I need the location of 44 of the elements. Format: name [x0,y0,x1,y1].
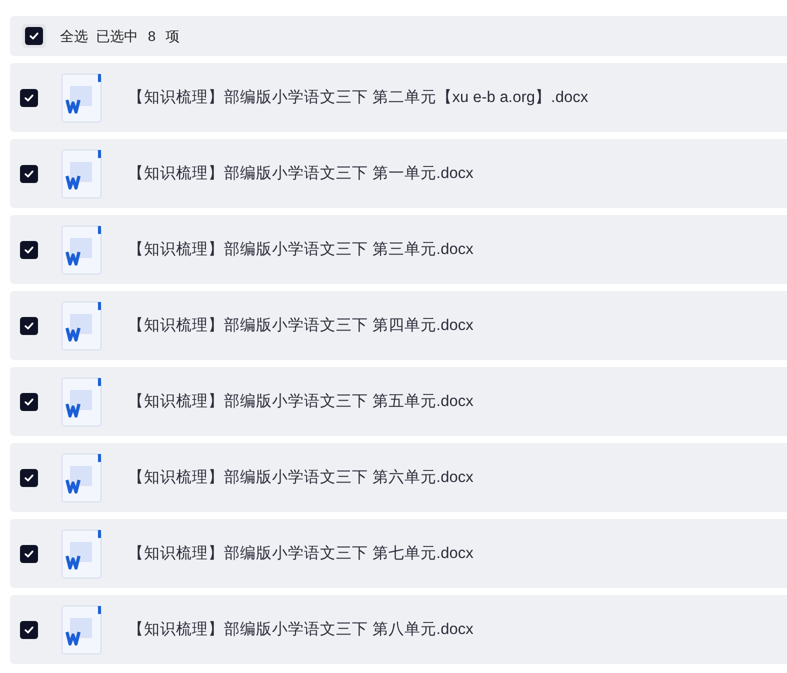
file-name: 【知识梳理】部编版小学语文三下 第一单元.docx [128,164,474,184]
checkbox[interactable] [20,88,38,106]
word-document-icon [61,604,102,654]
checkbox[interactable] [20,392,38,410]
file-name: 【知识梳理】部编版小学语文三下 第六单元.docx [128,468,474,488]
checkmark-icon [23,168,35,180]
file-row[interactable]: 【知识梳理】部编版小学语文三下 第五单元.docx [10,367,787,436]
checkmark-icon [28,30,40,42]
checkmark-icon [23,396,35,408]
file-row[interactable]: 【知识梳理】部编版小学语文三下 第二单元【xu e-b a.org】.docx [10,63,787,132]
word-document-icon [61,528,102,578]
word-document-icon [61,300,102,350]
checkbox[interactable] [20,468,38,486]
checkmark-icon [23,244,35,256]
file-row[interactable]: 【知识梳理】部编版小学语文三下 第四单元.docx [10,291,787,360]
word-document-icon [61,452,102,502]
checkmark-icon [23,472,35,484]
selection-summary: 已选中 8 项 [96,26,180,46]
file-row[interactable]: 【知识梳理】部编版小学语文三下 第七单元.docx [10,519,787,588]
word-document-icon [61,224,102,274]
file-row[interactable]: 【知识梳理】部编版小学语文三下 第三单元.docx [10,215,787,284]
file-name: 【知识梳理】部编版小学语文三下 第八单元.docx [128,620,474,640]
file-name: 【知识梳理】部编版小学语文三下 第四单元.docx [128,316,474,336]
select-all-label: 全选 [60,26,88,46]
checkmark-icon [23,92,35,104]
file-name: 【知识梳理】部编版小学语文三下 第五单元.docx [128,392,474,412]
file-name: 【知识梳理】部编版小学语文三下 第七单元.docx [128,544,474,564]
checkbox[interactable] [20,164,38,182]
checkbox[interactable] [20,620,38,638]
checkmark-icon [23,624,35,636]
checkbox[interactable] [20,316,38,334]
checkbox[interactable] [20,240,38,258]
file-row[interactable]: 【知识梳理】部编版小学语文三下 第六单元.docx [10,443,787,512]
checkmark-icon [23,548,35,560]
word-document-icon [61,376,102,426]
file-name: 【知识梳理】部编版小学语文三下 第二单元【xu e-b a.org】.docx [128,88,588,108]
word-document-icon [61,72,102,122]
word-document-icon [61,148,102,198]
checkbox[interactable] [25,27,43,45]
checkbox[interactable] [20,544,38,562]
file-row[interactable]: 【知识梳理】部编版小学语文三下 第一单元.docx [10,139,787,208]
checkmark-icon [23,320,35,332]
file-name: 【知识梳理】部编版小学语文三下 第三单元.docx [128,240,474,260]
file-row[interactable]: 【知识梳理】部编版小学语文三下 第八单元.docx [10,595,787,664]
